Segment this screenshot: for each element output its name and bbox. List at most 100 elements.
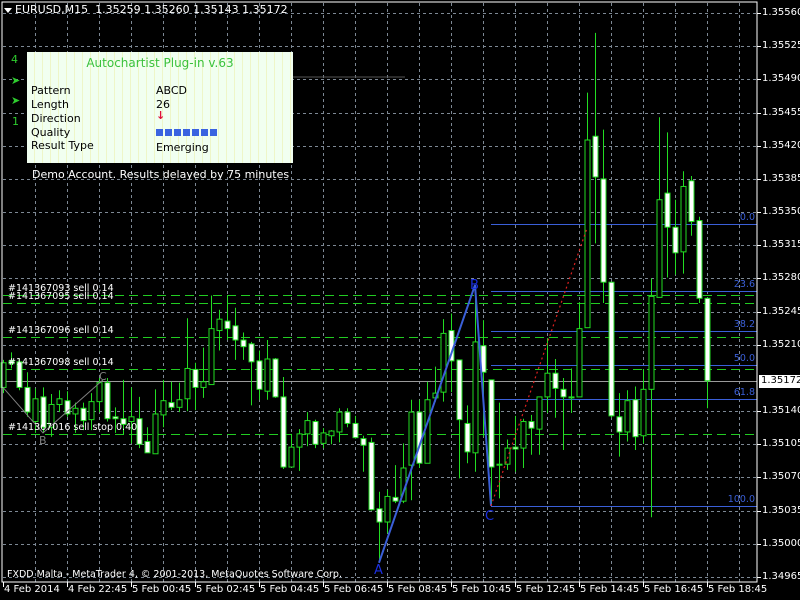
bull-candle bbox=[320, 432, 327, 444]
fibonacci-levels bbox=[491, 224, 757, 507]
fib-level-label: 23.6 bbox=[733, 278, 755, 290]
time-label: 5 Feb 04:45 bbox=[260, 584, 320, 595]
quality-square bbox=[192, 129, 199, 136]
bull-candle bbox=[32, 398, 39, 423]
order-label[interactable]: #141367016 sell stop 0.40 bbox=[8, 422, 137, 433]
chart-header: EURUSD,M15 1.35259 1.35260 1.35143 1.351… bbox=[4, 3, 288, 16]
collapse-triangle-icon[interactable] bbox=[4, 7, 12, 13]
current-price-label: 1.35172 bbox=[759, 374, 800, 388]
fib-level-label: 61.8 bbox=[733, 386, 755, 398]
bear-candle bbox=[240, 339, 247, 348]
bull-candle bbox=[176, 399, 183, 408]
bear-candle bbox=[488, 379, 495, 468]
arrow-left-icon[interactable]: ➤ bbox=[11, 74, 20, 87]
pattern-lines bbox=[2, 227, 588, 564]
price-label: 1.35560 bbox=[762, 6, 800, 18]
time-label: 4 Feb 22:45 bbox=[68, 584, 128, 595]
order-label[interactable]: #141367095 sell 0.14 bbox=[8, 291, 114, 302]
bear-candle bbox=[456, 359, 463, 421]
bear-candle bbox=[360, 438, 367, 446]
result-type-value: Emerging bbox=[156, 141, 209, 154]
panel-title: Autochartist Plug-in v.63 bbox=[86, 56, 234, 70]
bull-candle bbox=[408, 411, 415, 466]
bear-candle bbox=[592, 135, 599, 178]
bear-candle bbox=[368, 441, 375, 511]
price-label: 1.35105 bbox=[762, 437, 800, 449]
arrow-down-icon: ↓ bbox=[156, 109, 166, 122]
length-label: Length bbox=[31, 98, 69, 111]
order-label[interactable]: #141367096 sell 0.14 bbox=[8, 325, 114, 336]
price-label: 1.35210 bbox=[762, 338, 800, 350]
row-direction: Direction ↓ bbox=[31, 109, 291, 126]
copyright-text: FXDD Malta - MetaTrader 4, © 2001-2013, … bbox=[7, 569, 342, 580]
price-label: 1.35315 bbox=[762, 238, 800, 250]
price-label: 1.35525 bbox=[762, 39, 800, 51]
price-label: 1.35490 bbox=[762, 72, 800, 84]
fib-level-label: 38.2 bbox=[733, 318, 755, 330]
bear-candle bbox=[344, 411, 351, 424]
price-label: 1.35245 bbox=[762, 305, 800, 317]
bull-candle bbox=[184, 367, 191, 400]
pattern-value: ABCD bbox=[156, 84, 188, 97]
pattern-point-label: B bbox=[470, 278, 479, 294]
bull-candle bbox=[520, 421, 527, 449]
time-label: 5 Feb 12:45 bbox=[516, 584, 576, 595]
bull-candle bbox=[56, 398, 63, 405]
result-type-label: Result Type bbox=[31, 139, 94, 152]
bear-candle bbox=[192, 368, 199, 388]
pattern-point-label: C bbox=[485, 508, 495, 524]
ohlc-values: 1.35259 1.35260 1.35143 1.35172 bbox=[95, 3, 288, 16]
time-label: 5 Feb 14:45 bbox=[580, 584, 640, 595]
bear-candle bbox=[664, 192, 671, 228]
bear-candle bbox=[80, 407, 87, 422]
bear-candle bbox=[616, 416, 623, 433]
bull-candle bbox=[96, 382, 103, 403]
row-pattern: Pattern ABCD bbox=[31, 84, 291, 98]
quality-square bbox=[210, 129, 217, 136]
bear-candle bbox=[528, 421, 535, 429]
bear-candle bbox=[464, 422, 471, 453]
time-label: 5 Feb 00:45 bbox=[132, 584, 192, 595]
bull-candle bbox=[336, 411, 343, 433]
bull-candle bbox=[568, 396, 575, 399]
bear-candle bbox=[608, 281, 615, 417]
bear-candle bbox=[256, 360, 263, 390]
bear-candle bbox=[312, 421, 319, 445]
bull-candle bbox=[152, 413, 159, 455]
bear-candle bbox=[112, 416, 119, 420]
arrow-right-icon[interactable]: ➤ bbox=[11, 94, 20, 107]
bear-candle bbox=[672, 226, 679, 254]
bull-candle bbox=[328, 430, 335, 437]
bull-candle bbox=[288, 446, 295, 468]
price-label: 1.35000 bbox=[762, 537, 800, 549]
bear-candle bbox=[512, 446, 519, 450]
bear-candle bbox=[224, 320, 231, 330]
fib-level-label: 100.0 bbox=[727, 493, 755, 505]
quality-square bbox=[156, 129, 163, 136]
row-quality: Quality bbox=[31, 126, 291, 140]
bull-candle bbox=[216, 318, 223, 332]
bull-candle bbox=[264, 358, 271, 392]
quality-label: Quality bbox=[31, 126, 71, 139]
bull-candle bbox=[584, 139, 591, 329]
price-label: 1.35070 bbox=[762, 470, 800, 482]
price-label: 1.35420 bbox=[762, 139, 800, 151]
bull-candle bbox=[624, 400, 631, 433]
bear-candle bbox=[704, 297, 711, 382]
bear-candle bbox=[280, 396, 287, 468]
quality-square bbox=[183, 129, 190, 136]
bull-candle bbox=[160, 400, 167, 416]
price-label: 1.35385 bbox=[762, 172, 800, 184]
bull-candle bbox=[88, 401, 95, 421]
row-result-type: Result Type Emerging bbox=[31, 139, 291, 155]
price-label: 1.35455 bbox=[762, 106, 800, 118]
bull-candle bbox=[200, 381, 207, 388]
side-marker-4: 4 bbox=[11, 53, 18, 66]
quality-square bbox=[174, 129, 181, 136]
order-label[interactable]: #141367098 sell 0.14 bbox=[8, 357, 114, 368]
bear-candle bbox=[688, 180, 695, 223]
price-label: 1.35140 bbox=[762, 404, 800, 416]
bear-candle bbox=[248, 343, 255, 363]
bear-candle bbox=[600, 178, 607, 283]
bull-candle bbox=[424, 399, 431, 464]
